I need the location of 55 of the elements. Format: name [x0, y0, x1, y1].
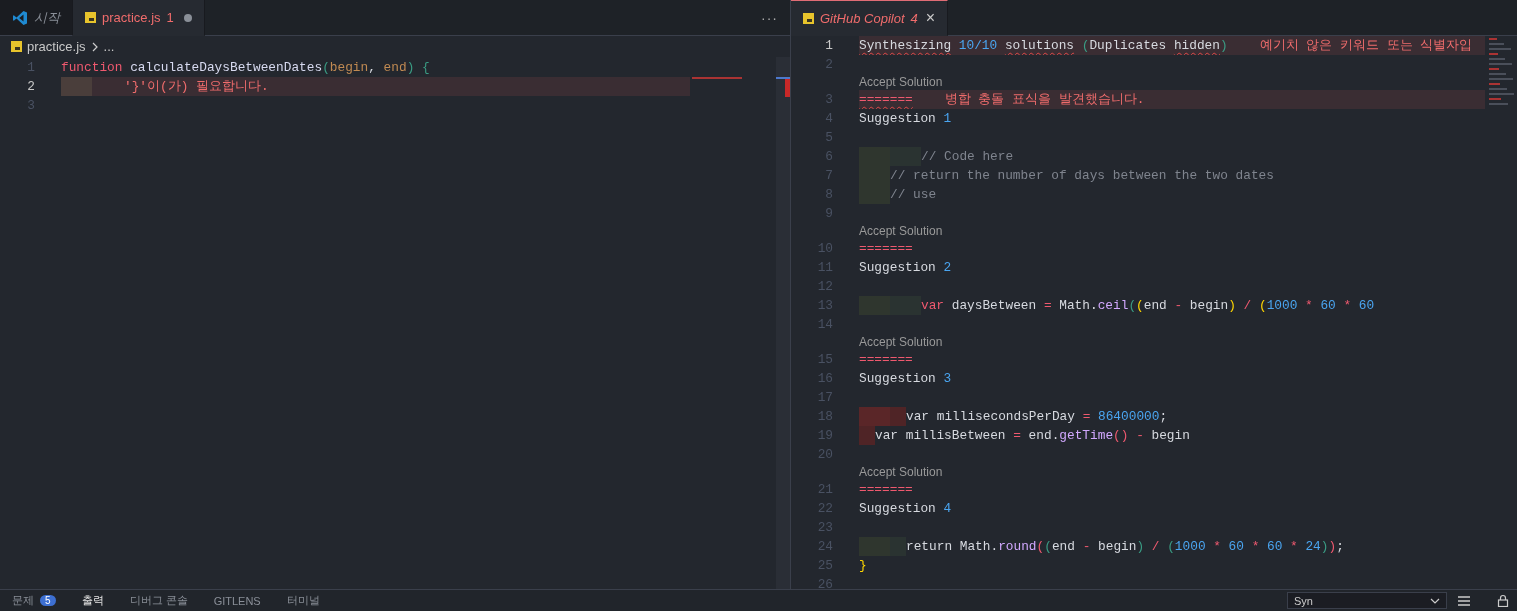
js-file-icon	[803, 12, 814, 24]
editor-tab[interactable]: 시작	[0, 0, 73, 36]
panel-tab[interactable]: 터미널	[286, 593, 320, 608]
code-line: Suggestion 3	[859, 371, 952, 386]
panel-tab[interactable]: 디버그 콘솔	[129, 593, 188, 608]
code-line: Suggestion 2	[859, 260, 952, 275]
breadcrumb-item[interactable]: practice.js	[27, 39, 86, 54]
lock-icon	[1497, 594, 1509, 607]
line-number: 2	[27, 79, 36, 94]
panel-tab[interactable]: GITLENS	[213, 594, 261, 607]
accept-solution-link[interactable]: Accept Solution	[859, 224, 943, 238]
problem-count: 1	[166, 10, 174, 25]
line-number: 1	[825, 38, 834, 53]
code-line: =======	[859, 352, 913, 367]
code-line: }	[859, 558, 867, 573]
accept-solution-link[interactable]: Accept Solution	[859, 335, 943, 349]
code-line: =======	[859, 482, 913, 497]
more-actions-button[interactable]: ···	[749, 9, 790, 26]
tab-label: GitHub Copilot	[820, 10, 905, 26]
code-line: Suggestion 4	[859, 501, 952, 516]
close-button[interactable]: ×	[925, 9, 936, 27]
code-line: Suggestion 1	[859, 111, 952, 126]
error-message: 병합 충돌 표식을 발견했습니다.	[944, 91, 1145, 108]
chevron-right-icon	[90, 41, 99, 52]
breadcrumb-item[interactable]: ...	[103, 39, 115, 54]
output-channel-dropdown[interactable]: Syn	[1287, 592, 1447, 609]
code-line: Synthesizing 10/10 solutions (Duplicates hidden)	[859, 38, 1228, 53]
code-line: // use	[890, 187, 937, 202]
indent-highlight	[61, 77, 92, 96]
code-line: // return the number of days between the two dates	[890, 168, 1274, 183]
js-file-icon	[85, 12, 96, 23]
code-line: function calculateDaysBetweenDates(begin, end) {	[61, 60, 430, 75]
error-message: 예기치 않은 키워드 또는 식별자입	[1259, 37, 1473, 54]
code-line: =======	[859, 92, 913, 107]
js-file-icon	[11, 41, 22, 52]
editor-tab[interactable]: practice.js 1	[73, 0, 205, 36]
code-editor-logo-icon	[12, 9, 28, 26]
code-line: =======	[859, 241, 913, 256]
panel-tab[interactable]: 출력	[81, 593, 104, 608]
tab-label: 시작	[34, 8, 60, 27]
code-line: return Math.round((end - begin) / (1000 * 60 * 60 * 24));	[906, 539, 1344, 554]
code-line: var millisecondsPerDay = 86400000;	[906, 409, 1168, 424]
problem-count: 4	[910, 10, 918, 26]
panel-tab[interactable]: 문제 5	[12, 593, 56, 608]
code-line: var daysBetween = Math.ceil((end - begin) / (1000 * 60 * 60	[921, 298, 1375, 313]
tab-label: practice.js	[102, 10, 161, 25]
accept-solution-link[interactable]: Accept Solution	[859, 75, 943, 89]
list-icon	[1457, 594, 1471, 607]
problem-count: 5	[40, 595, 56, 606]
chevron-down-icon	[1430, 596, 1440, 605]
error-message: '}'이(가) 필요합니다.	[124, 78, 269, 95]
code-line: // Code here	[921, 149, 1014, 164]
code-line: var millisBetween = end.getTime() - begin	[875, 428, 1190, 443]
accept-solution-link[interactable]: Accept Solution	[859, 465, 943, 479]
editor-tab[interactable]: GitHub Copilot 4 ×	[791, 0, 949, 36]
